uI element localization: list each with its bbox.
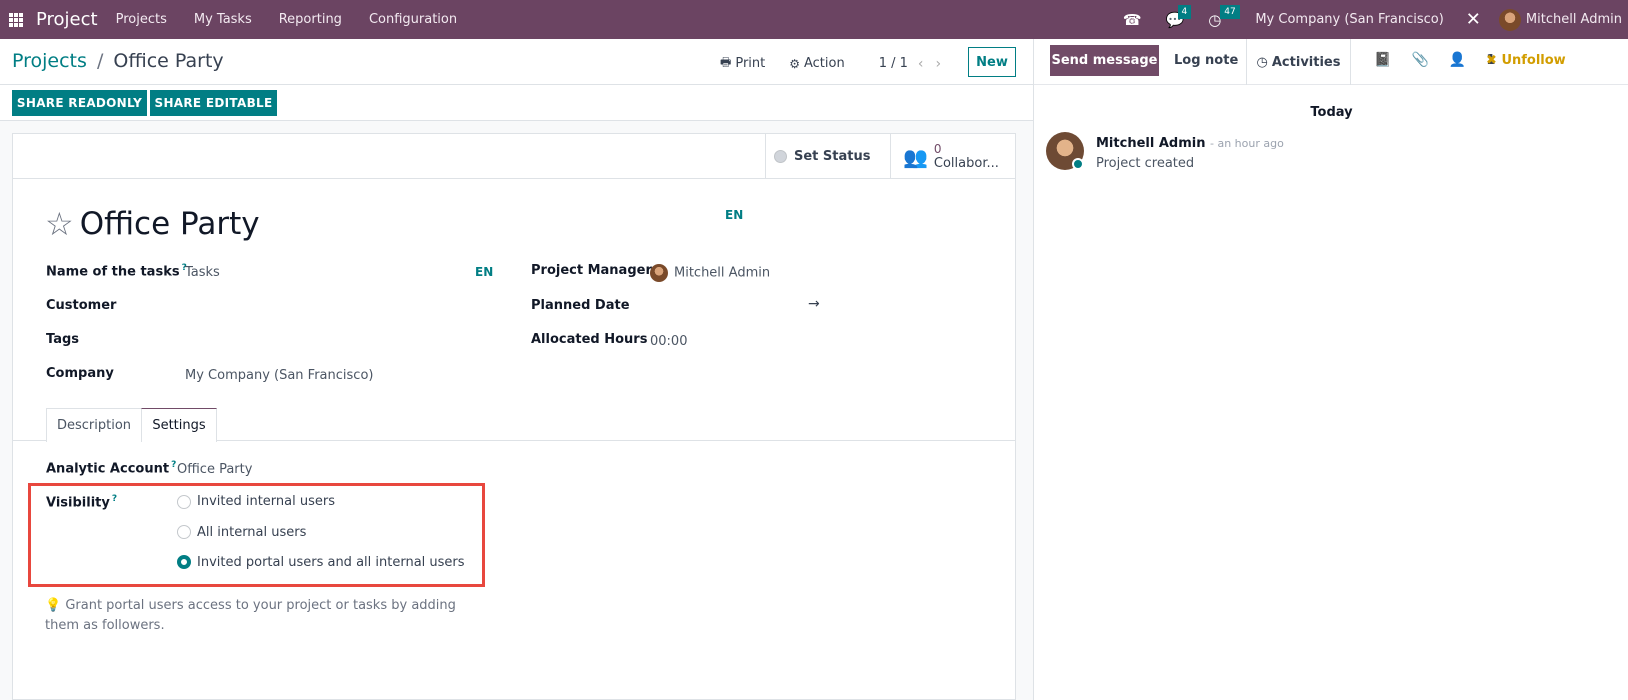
tags-input[interactable] xyxy=(185,332,485,350)
date-separator: Today xyxy=(1034,105,1628,120)
user-icon: 👤 xyxy=(1448,52,1467,68)
tags-label: Tags xyxy=(46,332,80,347)
breadcrumb-current: Office Party xyxy=(113,50,224,72)
form-tabs: Description Settings xyxy=(13,408,1015,442)
company-label: Company xyxy=(46,366,114,381)
print-icon: 🖶 xyxy=(720,55,732,69)
pager-next-icon[interactable]: › xyxy=(936,56,942,72)
clock-icon: ◷ xyxy=(1256,54,1268,70)
date-range-arrow-icon: → xyxy=(808,296,820,312)
form-statusbar: Set Status 👥 0 Collabor... xyxy=(13,134,1015,179)
favorite-star-icon[interactable]: ☆ xyxy=(45,208,74,240)
lightbulb-icon: 💡 xyxy=(45,598,62,613)
online-status-icon xyxy=(1072,158,1084,170)
tab-settings[interactable]: Settings xyxy=(141,408,217,442)
main-menu: Projects My Tasks Reporting Configuratio… xyxy=(116,12,485,27)
user-avatar[interactable] xyxy=(1498,8,1521,31)
breadcrumb: Projects / Office Party xyxy=(12,50,224,72)
tasks-name-input[interactable]: Tasks xyxy=(185,265,220,280)
message-header: Mitchell Admin - an hour ago xyxy=(1096,136,1284,151)
control-actions: 🖶 Print ⚙ Action 1 / 1 ‹ › xyxy=(720,53,953,74)
message-time: - an hour ago xyxy=(1209,137,1284,150)
status-dot-icon xyxy=(774,150,787,163)
message-author[interactable]: Mitchell Admin xyxy=(1096,136,1205,151)
tasks-name-language-button[interactable]: EN xyxy=(475,265,493,279)
tasks-name-label-text: Name of the tasks xyxy=(46,264,180,280)
send-message-button[interactable]: Send message xyxy=(1050,45,1159,76)
collaborators-button[interactable]: 👥 0 Collabor... xyxy=(890,134,1015,179)
visibility-highlight-annotation xyxy=(28,483,485,587)
pager-previous-icon[interactable]: ‹ xyxy=(918,56,924,72)
pager-value[interactable]: 1 / 1 xyxy=(879,56,908,71)
manager-avatar xyxy=(650,264,668,282)
menu-my-tasks[interactable]: My Tasks xyxy=(194,12,252,27)
paperclip-icon[interactable]: 📎 xyxy=(1411,52,1428,68)
top-navbar: Project Projects My Tasks Reporting Conf… xyxy=(0,0,1628,39)
unfollow-label: Unfollow xyxy=(1501,53,1566,68)
analytic-account-label: Analytic Account? xyxy=(46,460,176,476)
log-note-button[interactable]: Log note xyxy=(1174,53,1238,68)
phone-icon[interactable]: ☎ xyxy=(1123,11,1142,29)
manager-name: Mitchell Admin xyxy=(674,265,771,281)
customer-label: Customer xyxy=(46,298,117,313)
breadcrumb-projects[interactable]: Projects xyxy=(12,50,87,72)
chatter-topbar: Send message Log note ◷ Activities 📓 📎 👤… xyxy=(1034,39,1628,85)
messages-badge: 4 xyxy=(1177,4,1192,19)
help-icon[interactable]: ? xyxy=(171,460,176,470)
allocated-hours-input[interactable]: 00:00 xyxy=(650,334,687,349)
print-button[interactable]: 🖶 Print xyxy=(720,53,765,74)
systray: ☎ 💬 4 ◷ 47 My Company (San Francisco) ✕ Mi… xyxy=(1123,0,1628,39)
planned-date-start-input[interactable] xyxy=(650,298,800,316)
planned-date-label: Planned Date xyxy=(531,298,630,313)
activities-clock-icon[interactable]: ◷ 47 xyxy=(1208,4,1240,29)
users-icon: 👥 xyxy=(903,144,928,169)
app-name[interactable]: Project xyxy=(36,9,98,30)
company-input[interactable]: My Company (San Francisco) xyxy=(185,368,373,383)
visibility-help-text: 💡 Grant portal users access to your proj… xyxy=(45,596,485,636)
date-separator-label: Today xyxy=(1310,105,1353,120)
set-status-button[interactable]: Set Status xyxy=(765,134,891,179)
analytic-account-input[interactable]: Office Party xyxy=(177,462,252,477)
title-language-button[interactable]: EN xyxy=(725,208,743,222)
activities-label: Activities xyxy=(1271,54,1341,70)
help-text-content: Grant portal users access to your projec… xyxy=(45,598,456,633)
menu-projects[interactable]: Projects xyxy=(116,12,167,27)
company-switcher[interactable]: My Company (San Francisco) xyxy=(1255,12,1443,27)
set-status-label: Set Status xyxy=(794,149,871,164)
breadcrumb-separator: / xyxy=(96,50,104,72)
app-menu-icon[interactable] xyxy=(9,12,23,27)
close-icon: ✖ xyxy=(1486,53,1497,68)
project-title[interactable]: Office Party xyxy=(80,206,260,242)
share-readonly-button[interactable]: SHARE READONLY xyxy=(12,90,147,116)
customer-input[interactable] xyxy=(185,298,485,316)
activities-button[interactable]: ◷ Activities xyxy=(1246,39,1351,85)
chatter-panel: Send message Log note ◷ Activities 📓 📎 👤… xyxy=(1033,39,1628,700)
print-label: Print xyxy=(735,56,766,71)
book-icon[interactable]: 📓 xyxy=(1374,52,1391,68)
project-manager-label: Project Manager xyxy=(531,263,652,278)
menu-configuration[interactable]: Configuration xyxy=(369,12,457,27)
share-bar: SHARE READONLY SHARE EDITABLE xyxy=(0,85,1033,121)
action-label: Action xyxy=(804,56,845,71)
collaborators-count: 0 xyxy=(933,142,942,156)
new-button[interactable]: New xyxy=(968,47,1016,77)
gear-icon: ⚙ xyxy=(789,56,800,71)
collaborators-label: Collabor... xyxy=(933,156,999,171)
analytic-account-label-text: Analytic Account xyxy=(46,461,170,477)
menu-reporting[interactable]: Reporting xyxy=(279,12,342,27)
debug-tools-icon[interactable]: ✕ xyxy=(1466,9,1481,30)
share-editable-button[interactable]: SHARE EDITABLE xyxy=(150,90,277,116)
unfollow-button[interactable]: ✖ Unfollow xyxy=(1486,53,1566,68)
action-button[interactable]: ⚙ Action xyxy=(789,56,844,71)
tab-description[interactable]: Description xyxy=(46,408,142,442)
title-row: ☆ Office Party xyxy=(45,206,260,242)
allocated-hours-label: Allocated Hours xyxy=(531,332,648,347)
tasks-name-label: Name of the tasks? xyxy=(46,263,187,279)
control-panel: Projects / Office Party 🖶 Print ⚙ Action… xyxy=(0,39,1033,85)
project-manager-input[interactable]: Mitchell Admin xyxy=(650,264,770,282)
message-body: Project created xyxy=(1096,156,1195,171)
activities-badge: 47 xyxy=(1220,4,1240,19)
messages-icon[interactable]: 💬 4 xyxy=(1166,4,1192,29)
user-menu[interactable]: Mitchell Admin xyxy=(1526,12,1622,27)
